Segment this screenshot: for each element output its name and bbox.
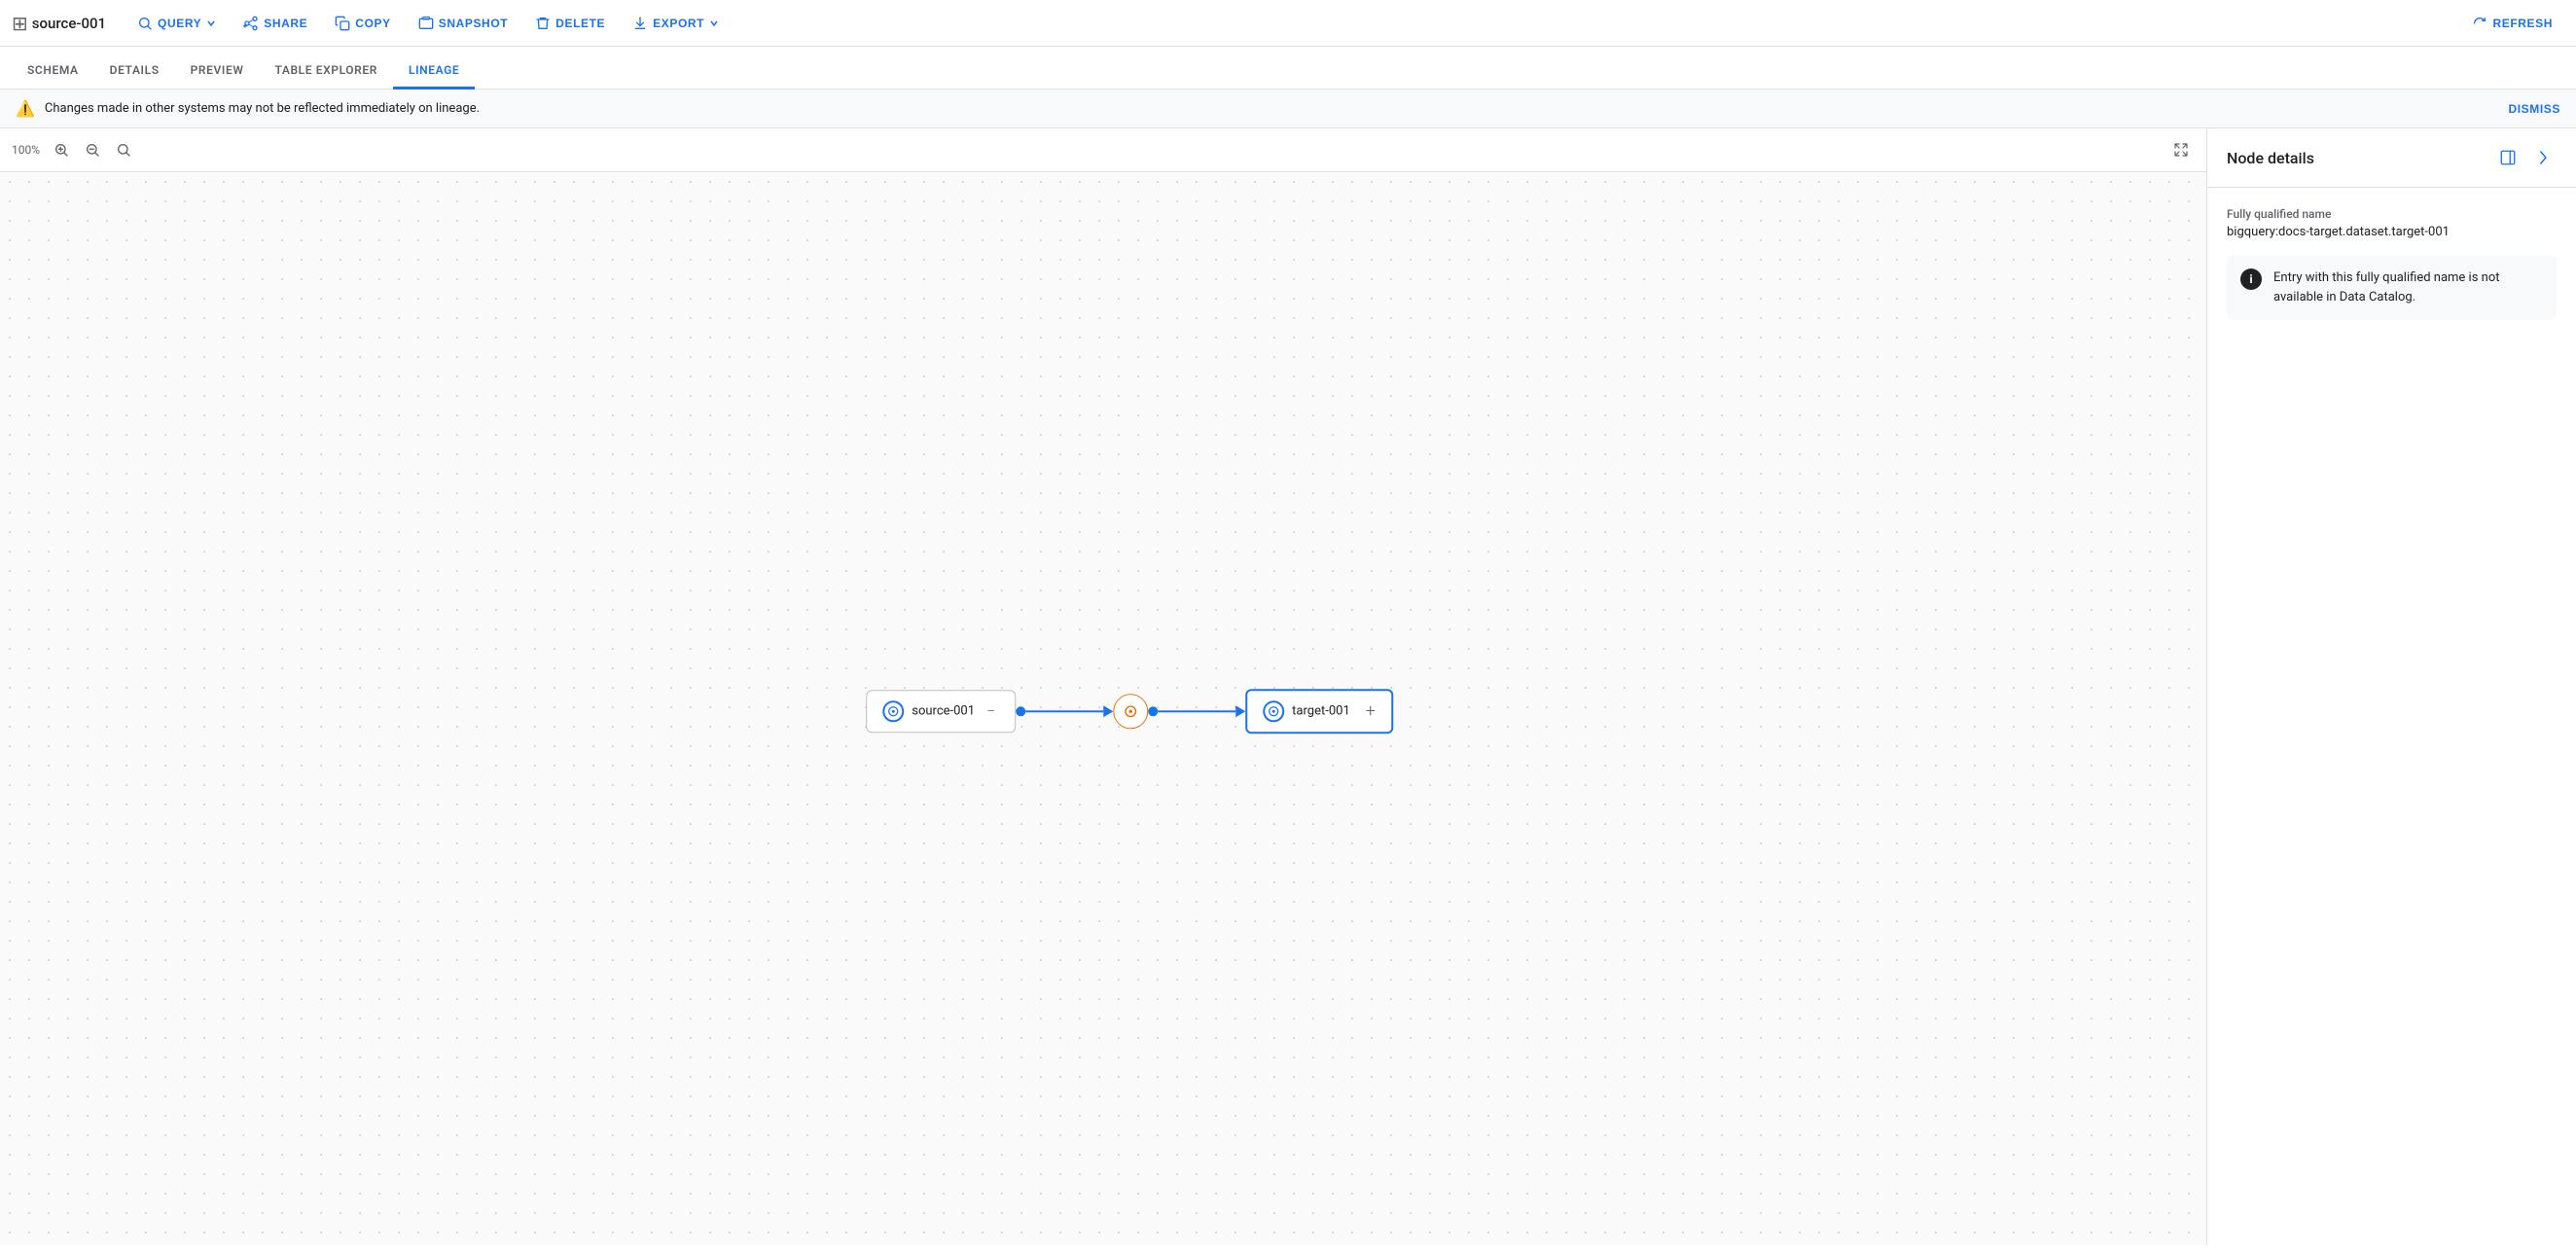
share-icon bbox=[243, 16, 259, 31]
refresh-icon bbox=[2472, 16, 2487, 31]
zoom-reset-icon bbox=[116, 142, 131, 158]
connector-1 bbox=[1016, 705, 1113, 717]
export-dropdown-icon bbox=[709, 18, 719, 28]
zoom-in-icon bbox=[54, 142, 69, 158]
source-node-label: source-001 bbox=[912, 703, 975, 718]
zoom-reset-button[interactable] bbox=[110, 136, 137, 163]
fullscreen-button[interactable] bbox=[2167, 136, 2195, 163]
app-title: source-001 bbox=[32, 15, 106, 32]
target-node-icon bbox=[1263, 700, 1284, 722]
delete-button[interactable]: DELETE bbox=[523, 10, 617, 37]
info-message: Entry with this fully qualified name is … bbox=[2273, 268, 2543, 306]
source-node-icon bbox=[882, 700, 904, 722]
source-node[interactable]: source-001 − bbox=[866, 690, 1016, 733]
target-node[interactable]: target-001 + bbox=[1245, 689, 1393, 734]
snapshot-icon bbox=[418, 16, 434, 31]
dismiss-button[interactable]: DISMISS bbox=[2508, 102, 2560, 116]
panel-title: Node details bbox=[2227, 149, 2314, 167]
collapse-panel-icon bbox=[2534, 149, 2552, 166]
panel-body: Fully qualified name bigquery:docs-targe… bbox=[2207, 188, 2576, 1245]
zoom-out-button[interactable] bbox=[79, 136, 106, 163]
connector-2 bbox=[1148, 705, 1245, 717]
zoom-in-button[interactable] bbox=[48, 136, 75, 163]
fqn-field: Fully qualified name bigquery:docs-targe… bbox=[2227, 207, 2557, 239]
tab-table-explorer[interactable]: TABLE EXPLORER bbox=[259, 54, 393, 90]
query-dropdown-icon bbox=[206, 18, 216, 28]
target-node-expand[interactable]: + bbox=[1366, 700, 1376, 721]
middle-node[interactable] bbox=[1113, 694, 1148, 729]
info-icon: i bbox=[2240, 268, 2262, 290]
tab-preview[interactable]: PREVIEW bbox=[175, 54, 260, 90]
right-panel: Node details Fully qualified name bbox=[2206, 128, 2576, 1245]
panel-expand-button[interactable] bbox=[2494, 144, 2522, 171]
zoom-out-icon bbox=[85, 142, 100, 158]
connector-arrow-2 bbox=[1235, 705, 1245, 717]
notice-text: Changes made in other systems may not be… bbox=[45, 101, 480, 116]
canvas-container: 100% bbox=[0, 128, 2206, 1245]
tabs-bar: SCHEMA DETAILS PREVIEW TABLE EXPLORER LI… bbox=[0, 47, 2576, 90]
copy-icon bbox=[335, 16, 350, 31]
refresh-button[interactable]: REFRESH bbox=[2460, 10, 2564, 37]
panel-header: Node details bbox=[2207, 128, 2576, 188]
lineage-diagram: source-001 − bbox=[866, 689, 1393, 734]
fqn-label: Fully qualified name bbox=[2227, 207, 2557, 221]
share-button[interactable]: SHARE bbox=[232, 10, 319, 37]
delete-icon bbox=[535, 16, 551, 31]
copy-button[interactable]: COPY bbox=[323, 10, 402, 37]
toolbar: ⊞ source-001 QUERY SHARE COPY bbox=[0, 0, 2576, 47]
fullscreen-icon bbox=[2173, 142, 2189, 158]
connector-arrow-1 bbox=[1103, 705, 1113, 717]
panel-collapse-button[interactable] bbox=[2529, 144, 2557, 171]
fqn-value: bigquery:docs-target.dataset.target-001 bbox=[2227, 225, 2557, 239]
connector-line-1 bbox=[1025, 710, 1103, 712]
tab-schema[interactable]: SCHEMA bbox=[12, 54, 94, 90]
grid-icon: ⊞ bbox=[12, 12, 28, 35]
zoom-level: 100% bbox=[12, 143, 40, 157]
lineage-canvas[interactable]: source-001 − bbox=[0, 172, 2206, 1245]
notice-bar: ⚠️ Changes made in other systems may not… bbox=[0, 90, 2576, 128]
expand-panel-icon bbox=[2499, 149, 2517, 166]
middle-node-icon bbox=[1121, 701, 1140, 721]
query-button[interactable]: QUERY bbox=[125, 10, 228, 37]
tab-lineage[interactable]: LINEAGE bbox=[393, 54, 475, 90]
target-node-label: target-001 bbox=[1292, 703, 1350, 718]
export-button[interactable]: EXPORT bbox=[621, 10, 731, 37]
connector-dot-1 bbox=[1016, 706, 1025, 716]
query-icon bbox=[137, 16, 153, 31]
tab-details[interactable]: DETAILS bbox=[94, 54, 175, 90]
connector-line-2 bbox=[1158, 710, 1235, 712]
info-box: i Entry with this fully qualified name i… bbox=[2227, 255, 2557, 320]
export-icon bbox=[632, 16, 648, 31]
warning-icon: ⚠️ bbox=[16, 99, 35, 118]
main-area: 100% bbox=[0, 128, 2576, 1245]
source-node-collapse[interactable]: − bbox=[986, 701, 995, 720]
connector-dot-2 bbox=[1148, 706, 1158, 716]
snapshot-button[interactable]: SNAPSHOT bbox=[407, 10, 519, 37]
zoom-controls-bar: 100% bbox=[0, 128, 2206, 172]
